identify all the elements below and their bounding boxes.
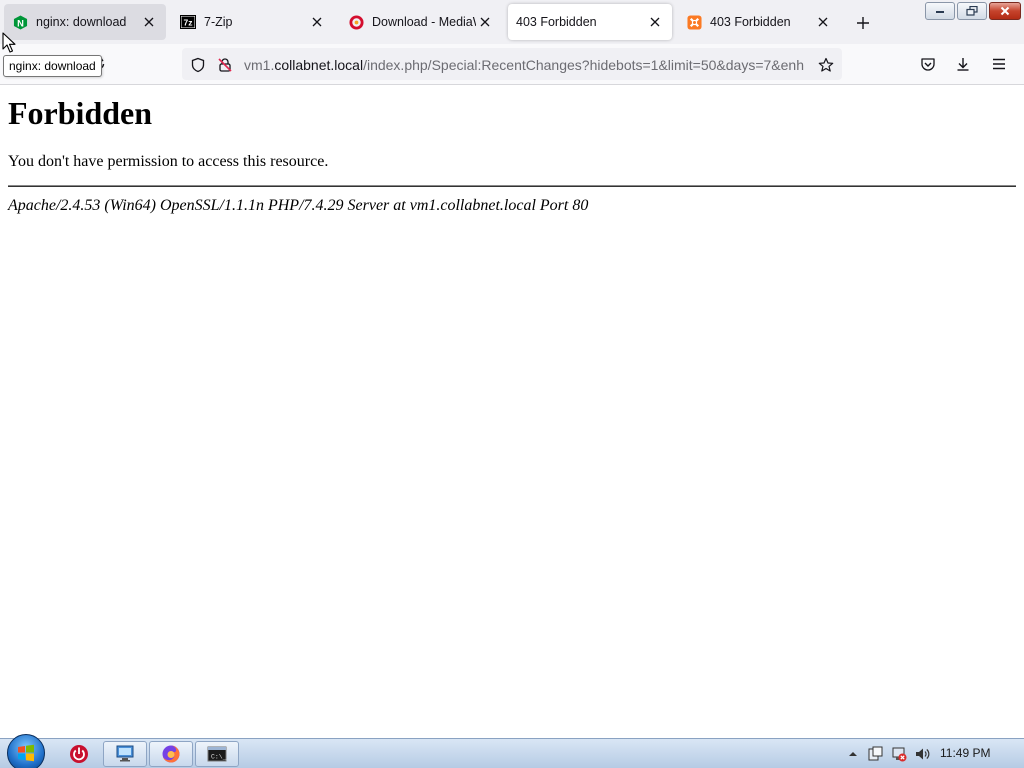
network-disconnected-icon[interactable] xyxy=(891,746,907,762)
close-tab-icon[interactable] xyxy=(476,13,494,31)
new-tab-button[interactable] xyxy=(852,12,874,34)
tab-403-forbidden-active[interactable]: 403 Forbidden xyxy=(508,4,672,40)
error-message: You don't have permission to access this… xyxy=(8,153,329,170)
insecure-lock-icon[interactable] xyxy=(216,56,234,74)
url-path: /index.php/Special:RecentChanges?hidebot… xyxy=(363,57,804,73)
close-window-button[interactable] xyxy=(989,2,1021,20)
mouse-cursor-icon xyxy=(2,32,16,59)
window-controls xyxy=(925,2,1021,20)
taskbar: C:\_ 11:49 PM xyxy=(0,734,1024,768)
taskbar-remote-desktop[interactable] xyxy=(103,741,147,767)
tab-403-forbidden-xampp[interactable]: 403 Forbidden xyxy=(678,4,840,40)
close-tab-icon[interactable] xyxy=(646,13,664,31)
close-icon xyxy=(1000,6,1010,16)
url-bar[interactable]: vm1.collabnet.local/index.php/Special:Re… xyxy=(182,48,842,80)
close-tab-icon[interactable] xyxy=(814,13,832,31)
tab-label: 403 Forbidden xyxy=(516,15,597,29)
minimize-button[interactable] xyxy=(925,2,955,20)
pocket-icon[interactable] xyxy=(919,55,937,73)
7zip-icon: 7z xyxy=(180,14,196,30)
tab-label: 7-Zip xyxy=(204,15,233,29)
page-title: Forbidden xyxy=(8,95,153,131)
xampp-icon xyxy=(686,14,702,30)
taskbar-clock[interactable]: 11:49 PM xyxy=(940,746,990,760)
svg-text:7z: 7z xyxy=(184,18,193,28)
download-icon[interactable] xyxy=(954,55,972,73)
svg-text:C:\_: C:\_ xyxy=(211,754,227,761)
taskbar-command-prompt[interactable]: C:\_ xyxy=(195,741,239,767)
terminal-icon: C:\_ xyxy=(207,746,227,762)
tab-7zip[interactable]: 7z 7-Zip xyxy=(172,4,334,40)
tab-nginx-download[interactable]: N nginx: download xyxy=(4,4,166,40)
server-signature: Apache/2.4.53 (Win64) OpenSSL/1.1.1n PHP… xyxy=(8,197,589,214)
tab-label: Download - MediaWiki xyxy=(372,15,476,29)
close-tab-icon[interactable] xyxy=(308,13,326,31)
show-hidden-icons-icon[interactable] xyxy=(845,746,861,762)
url-text[interactable]: vm1.collabnet.local/index.php/Special:Re… xyxy=(244,56,804,74)
volume-icon[interactable] xyxy=(914,746,930,762)
tab-mediawiki-download[interactable]: Download - MediaWiki xyxy=(340,4,502,40)
divider xyxy=(8,185,1016,187)
windows-logo-icon xyxy=(18,744,34,762)
taskbar-power-app[interactable] xyxy=(57,741,101,767)
action-center-icon[interactable] xyxy=(867,746,883,762)
power-icon xyxy=(70,745,88,763)
shield-icon[interactable] xyxy=(189,56,207,74)
restore-icon xyxy=(966,6,978,16)
bookmark-star-icon[interactable] xyxy=(817,56,835,74)
url-domain: collabnet.local xyxy=(274,57,364,73)
page-content: Forbidden You don't have permission to a… xyxy=(0,86,1024,738)
svg-text:N: N xyxy=(17,18,24,28)
taskbar-firefox[interactable] xyxy=(149,741,193,767)
tab-label: nginx: download xyxy=(36,15,127,29)
hamburger-menu-icon[interactable] xyxy=(990,55,1008,73)
nginx-icon: N xyxy=(12,14,28,30)
nav-bar: vm1.collabnet.local/index.php/Special:Re… xyxy=(0,44,1024,85)
restore-button[interactable] xyxy=(957,2,987,20)
minimize-icon xyxy=(936,11,944,13)
mediawiki-icon xyxy=(348,14,364,30)
plus-icon xyxy=(857,17,869,29)
start-button[interactable] xyxy=(7,734,45,768)
close-tab-icon[interactable] xyxy=(140,13,158,31)
remote-desktop-icon xyxy=(116,745,134,762)
firefox-icon xyxy=(162,745,180,763)
url-prefix: vm1. xyxy=(244,57,275,73)
tab-label: 403 Forbidden xyxy=(710,15,791,29)
tab-tooltip: nginx: download xyxy=(3,55,102,77)
tab-strip: N nginx: download 7z 7-Zip Download - Me… xyxy=(0,0,1024,44)
